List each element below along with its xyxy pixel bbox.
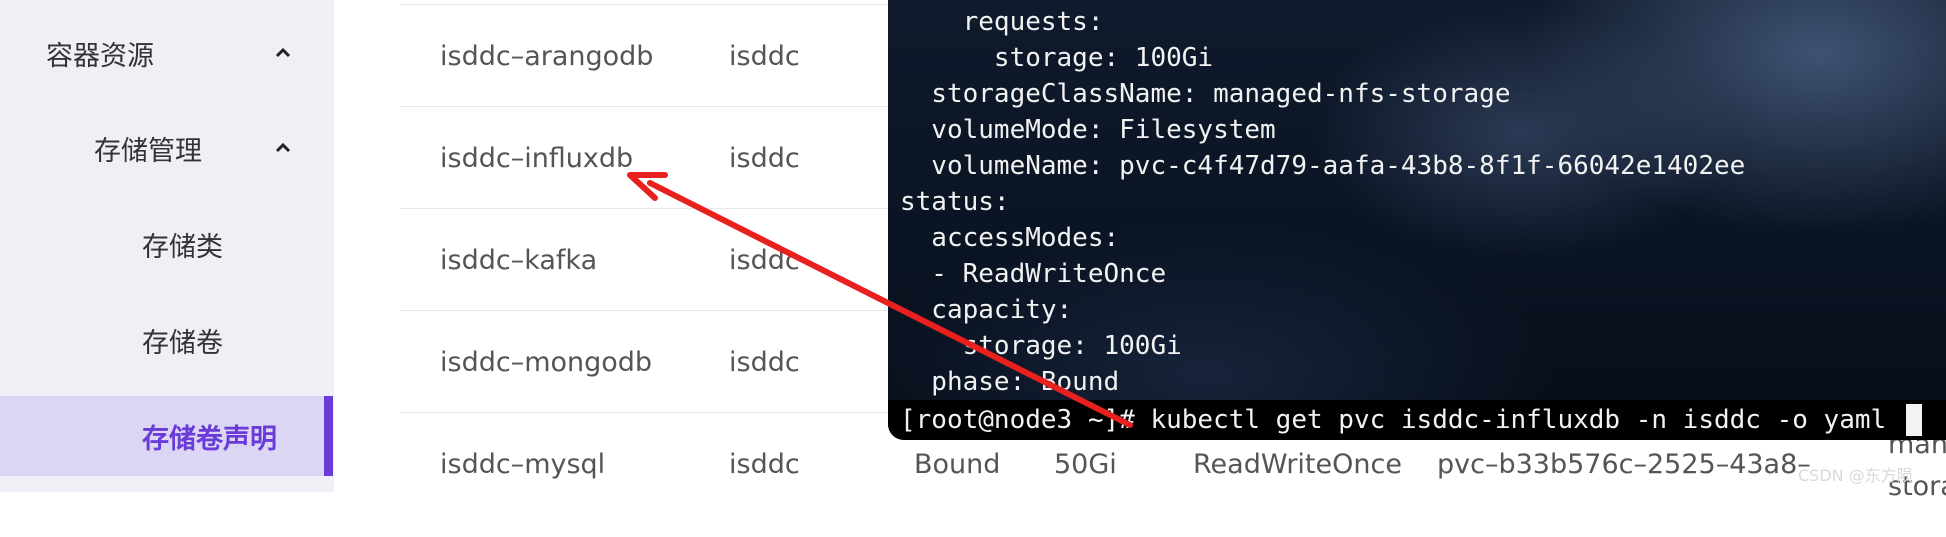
red-arrow-icon: [627, 172, 1133, 428]
